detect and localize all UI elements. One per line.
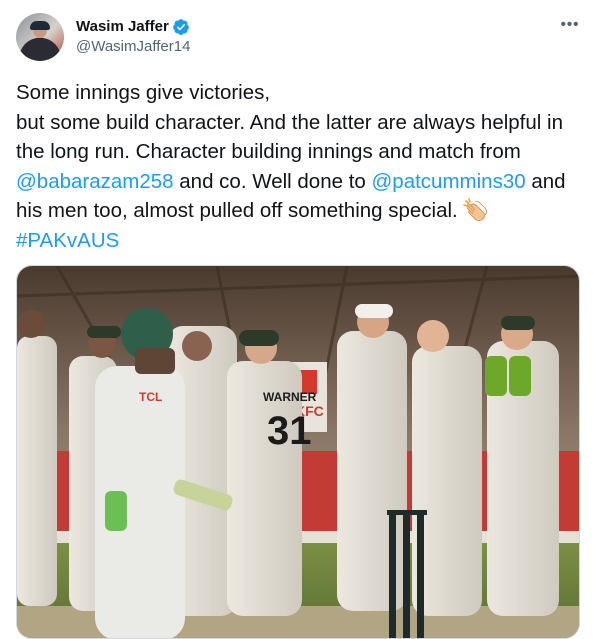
tweet-line-1: Some innings give victories,: [16, 81, 271, 104]
mention-patcummins[interactable]: @patcummins30: [372, 170, 526, 193]
author-names: Wasim Jaffer @WasimJaffer14: [76, 17, 190, 57]
tweet-line-2a: but some build character. And the latter…: [16, 110, 563, 164]
tweet-line-2b: and co. Well done to: [173, 169, 372, 193]
clapping-hands-icon: [463, 198, 488, 221]
verified-badge-icon: [172, 19, 189, 35]
tweet-header: Wasim Jaffer @WasimJaffer14: [16, 12, 582, 62]
avatar[interactable]: [16, 13, 64, 61]
handle[interactable]: @WasimJaffer14: [76, 37, 190, 57]
sponsor-text: TCL: [139, 390, 162, 404]
tweet-text: Some innings give victories, but some bu…: [16, 78, 586, 255]
more-horizontal-icon[interactable]: •••: [558, 12, 582, 36]
tweet: Wasim Jaffer @WasimJaffer14 ••• Some inn…: [0, 0, 598, 639]
hashtag-pakvaus[interactable]: #PAKvAUS: [16, 229, 119, 252]
cricket-celebration-photo: KFC WARNER 31 TCL: [17, 266, 579, 638]
tweet-photo[interactable]: KFC WARNER 31 TCL: [16, 265, 580, 639]
mention-babarazam[interactable]: @babarazam258: [16, 170, 174, 193]
jersey-name: WARNER: [263, 390, 317, 404]
display-name[interactable]: Wasim Jaffer: [76, 17, 169, 37]
jersey-number: 31: [267, 409, 312, 453]
name-row: Wasim Jaffer: [76, 17, 190, 37]
